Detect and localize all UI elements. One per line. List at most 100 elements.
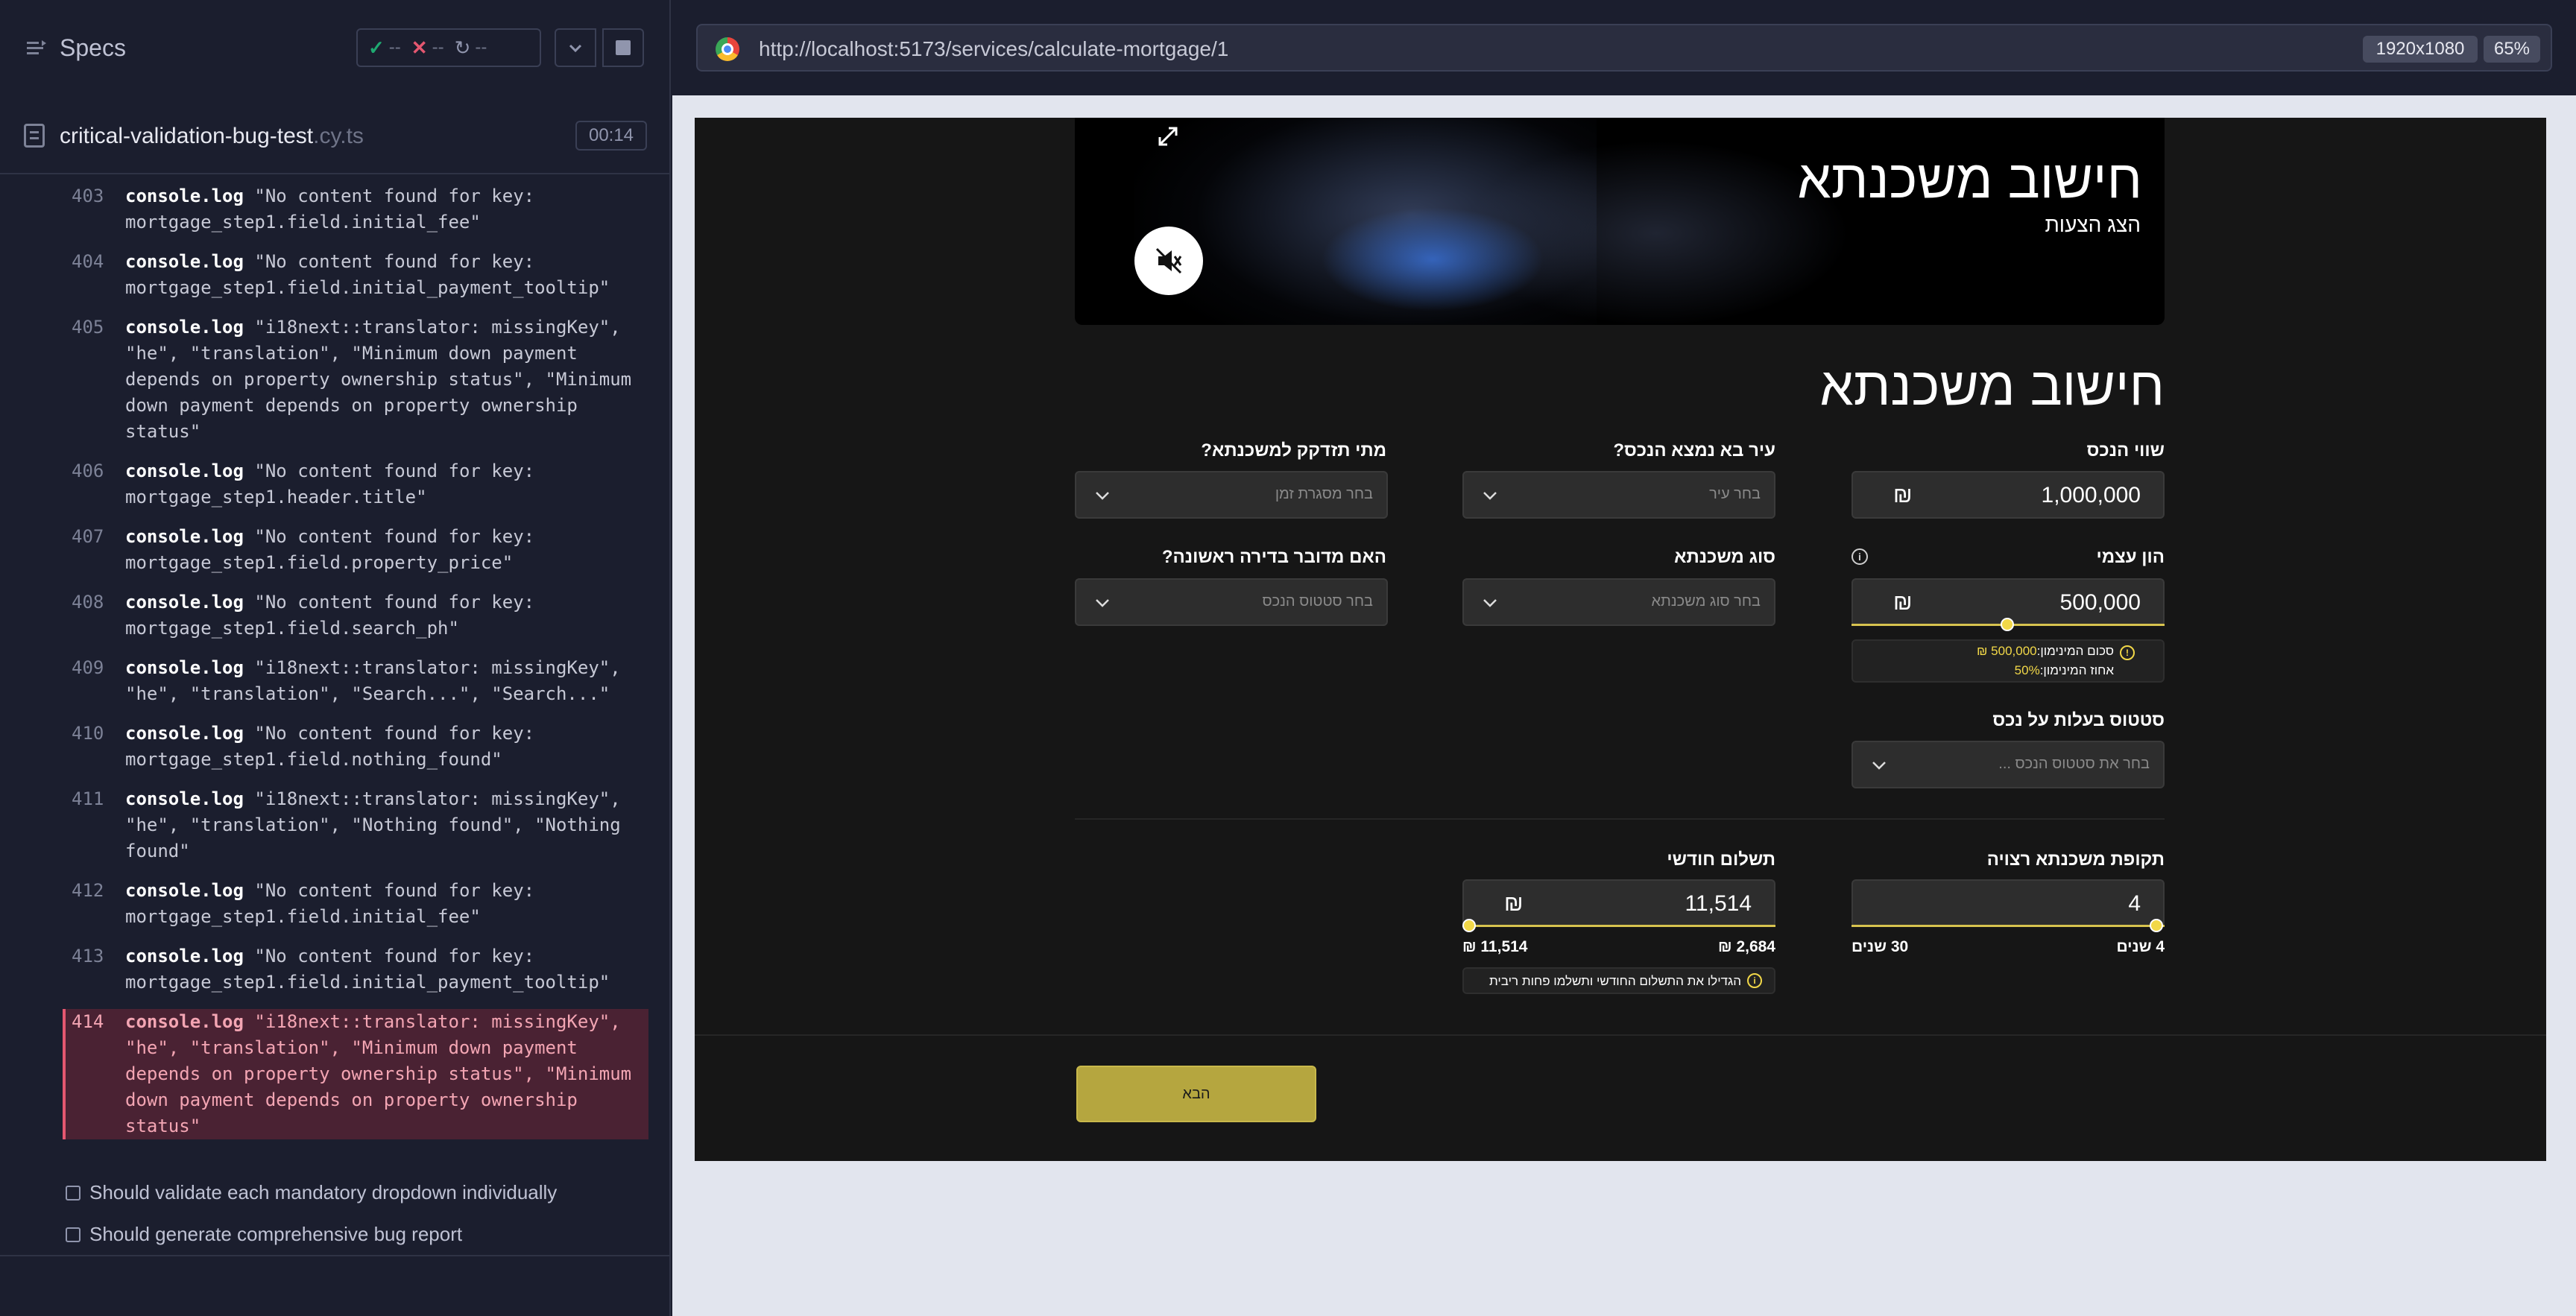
hero-subtitle[interactable]: הצג הצעות	[2045, 213, 2141, 237]
file-icon	[24, 124, 45, 148]
log-entry-number: 410	[72, 723, 104, 744]
period-input[interactable]: 4	[1852, 879, 2165, 927]
log-entry-number: 404	[72, 251, 104, 272]
specs-toggle-icon[interactable]	[25, 37, 48, 60]
url-text[interactable]: http://localhost:5173/services/calculate…	[759, 37, 1228, 61]
passed-stat: ✓ --	[368, 37, 401, 60]
test-stats: ✓ -- ✕ -- ↻ --	[356, 28, 541, 67]
log-entry[interactable]: 412 console.log "No content found for key…	[66, 878, 648, 930]
log-entry-number: 407	[72, 526, 104, 547]
app-frame: חישוב משכנתא הצג הצעות חישוב משכנתא שווי…	[695, 118, 2546, 1161]
log-entry-text: console.log "No content found for key: m…	[125, 721, 647, 773]
log-entry-number: 408	[72, 592, 104, 613]
log-entry[interactable]: 404 console.log "No content found for key…	[66, 249, 648, 301]
min-sum-label: סכום המינימון:	[2036, 644, 2114, 658]
dropdown-button[interactable]	[555, 28, 596, 67]
period-slider-handle[interactable]	[2150, 919, 2163, 932]
stop-button[interactable]	[602, 28, 644, 67]
log-command: console.log	[125, 461, 244, 481]
property-value: 1,000,000	[2041, 483, 2141, 507]
log-entry[interactable]: 413 console.log "No content found for key…	[66, 943, 648, 996]
equity-slider-handle[interactable]	[2001, 618, 2014, 631]
log-entry-text: console.log "i18next::translator: missin…	[125, 314, 647, 445]
chevron-down-icon	[1096, 492, 1109, 500]
log-entry[interactable]: 408 console.log "No content found for key…	[66, 589, 648, 642]
first-home-placeholder: בחר סטטוס הנכס	[1262, 593, 1373, 610]
min-sum-line: סכום המינימון:500,000 ₪	[1977, 644, 2114, 659]
mortgage-type-label: סוג משכנתא	[1674, 547, 1775, 567]
footer-divider	[695, 1034, 2546, 1036]
property-value-input[interactable]: ₪ 1,000,000	[1852, 471, 2165, 519]
period-label: תקופת משכנתא רצויה	[1986, 850, 2165, 870]
log-entry-text: console.log "No content found for key: m…	[125, 878, 647, 930]
ownership-dropdown[interactable]: בחר את סטטוס הנכס ...	[1852, 741, 2165, 788]
checkbox-icon	[66, 1185, 80, 1200]
property-value-label: שווי הנכס	[2086, 440, 2165, 461]
failed-count: --	[432, 37, 444, 57]
url-bar-container: http://localhost:5173/services/calculate…	[672, 0, 2576, 95]
equity-label: הון עצמי	[2096, 547, 2165, 567]
log-entry-text: console.log "No content found for key: m…	[125, 589, 647, 642]
log-entry-text: console.log "No content found for key: m…	[125, 943, 647, 996]
run-timer: 00:14	[575, 121, 647, 151]
app-under-test-area: http://localhost:5173/services/calculate…	[672, 0, 2576, 1316]
expand-icon[interactable]	[1157, 125, 1179, 148]
period-value: 4	[2128, 891, 2141, 916]
log-entry[interactable]: 405 console.log "i18next::translator: mis…	[66, 314, 648, 445]
mute-button[interactable]	[1134, 227, 1203, 295]
page-title: חישוב משכנתא	[1819, 357, 2165, 417]
period-slider-track[interactable]	[1852, 925, 2165, 927]
monthly-min-label: 2,684 ₪	[1718, 938, 1775, 955]
passed-count: --	[388, 37, 401, 57]
log-entry-number: 412	[72, 880, 104, 901]
log-entry[interactable]: 411 console.log "i18next::translator: mis…	[66, 786, 648, 864]
log-entry[interactable]: 409 console.log "i18next::translator: mis…	[66, 655, 648, 707]
city-dropdown[interactable]: בחר עיר	[1462, 471, 1775, 519]
min-sum-value: 500,000 ₪	[1977, 644, 2037, 658]
url-bar[interactable]: http://localhost:5173/services/calculate…	[696, 24, 2552, 72]
log-entry-text: console.log "No content found for key: m…	[125, 183, 647, 235]
log-command: console.log	[125, 526, 244, 547]
zoom-badge: 65%	[2484, 36, 2540, 63]
failed-stat: ✕ --	[411, 37, 444, 60]
min-pct-label: אחוז המינימון:	[2039, 663, 2114, 677]
warning-icon: !	[2120, 645, 2135, 660]
shekel-icon: ₪	[1893, 590, 1913, 615]
chevron-down-icon	[569, 44, 582, 53]
stop-icon	[616, 40, 631, 55]
log-entry[interactable]: 407 console.log "No content found for key…	[66, 524, 648, 576]
mortgage-type-dropdown[interactable]: בחר סוג משכנתא	[1462, 578, 1775, 626]
next-button[interactable]: הבא	[1076, 1066, 1316, 1122]
mortgage-type-placeholder: בחר סוג משכנתא	[1651, 593, 1761, 610]
monthly-value: 11,514	[1685, 891, 1752, 916]
test-item[interactable]: Should validate each mandatory dropdown …	[66, 1181, 557, 1204]
spec-name: critical-validation-bug-test.cy.ts	[60, 124, 364, 149]
log-command: console.log	[125, 251, 244, 272]
test-title: Should generate comprehensive bug report	[89, 1223, 463, 1245]
hero-video: חישוב משכנתא הצג הצעות	[1075, 118, 2165, 325]
log-entry-number: 413	[72, 946, 104, 967]
min-pct-line: אחוז המינימון:50%	[2015, 663, 2114, 678]
first-home-dropdown[interactable]: בחר סטטוס הנכס	[1075, 578, 1388, 626]
spec-file-row[interactable]: critical-validation-bug-test.cy.ts 00:14	[0, 112, 671, 174]
log-entry[interactable]: 406 console.log "No content found for key…	[66, 458, 648, 510]
log-entry[interactable]: 410 console.log "No content found for key…	[66, 721, 648, 773]
monthly-input[interactable]: ₪ 11,514	[1462, 879, 1775, 927]
x-icon: ✕	[411, 36, 428, 59]
pending-stat: ↻ --	[455, 37, 487, 60]
log-command: console.log	[125, 592, 244, 613]
specs-label[interactable]: Specs	[60, 34, 126, 62]
when-needed-dropdown[interactable]: בחר מסגרת זמן	[1075, 471, 1388, 519]
divider	[0, 1255, 671, 1256]
hero-image-pool	[1321, 207, 1544, 311]
log-entry-number: 405	[72, 317, 104, 338]
test-item[interactable]: Should generate comprehensive bug report	[66, 1223, 462, 1246]
monthly-max-label: 11,514 ₪	[1462, 938, 1528, 955]
chevron-down-icon	[1483, 492, 1497, 500]
monthly-slider-track[interactable]	[1462, 925, 1775, 927]
log-entry[interactable]: 414 console.log "i18next::translator: mis…	[63, 1009, 648, 1139]
log-entry[interactable]: 403 console.log "No content found for key…	[66, 183, 648, 235]
monthly-slider-handle[interactable]	[1462, 919, 1476, 932]
info-icon[interactable]: i	[1852, 548, 1868, 565]
volume-muted-icon	[1155, 247, 1182, 274]
